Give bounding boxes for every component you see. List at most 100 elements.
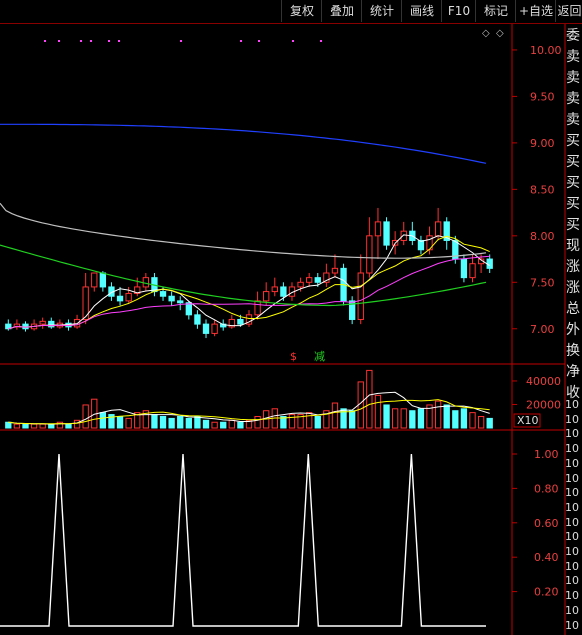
volume-tick-label: 20000 [526,398,561,411]
volume-bar [469,412,476,429]
candle-body [357,272,364,320]
candle-body [185,302,192,316]
overlay-button[interactable]: 叠加 [321,0,362,22]
candle-body [39,320,46,325]
volume-bar [254,415,261,429]
volume-bar [22,423,29,429]
volume-bar [400,408,407,429]
candle-body [263,291,270,302]
candle-body [237,318,244,325]
volume-bar [477,415,485,429]
quote-field-label: 现 [566,238,580,254]
f10-button[interactable]: F10 [441,0,476,22]
indicator-tick-label: 1.00 [534,448,559,461]
ma60-line [0,244,487,307]
volume-bar [13,423,21,429]
mark-button[interactable]: 标记 [475,0,516,22]
volume-bar [228,419,235,429]
volume-bar [409,410,416,429]
axis-labels: 10.00 9.50 9.00 8.50 8.00 7.50 7.00 40000 20000 X… [512,44,562,599]
candle-body [168,295,175,302]
side-value: 10 [565,427,579,441]
price-tick-label: 8.50 [530,183,555,196]
volume-bar [417,408,425,429]
reduce-signal-mark: 减 [314,350,325,363]
volume-bar [151,414,158,429]
volume-panel [5,369,493,429]
signal-dot [240,40,242,42]
candle-body [331,267,339,274]
price-tick-label: 7.50 [530,276,555,289]
signal-dot [320,40,322,42]
candle-body [125,292,132,302]
volume-bar [366,369,373,429]
candle-body [159,291,167,297]
volume-bar [185,417,192,429]
candle-body [434,221,442,237]
candle-body [400,230,407,241]
side-value: 10 [565,603,579,617]
price-tick-label: 9.00 [530,137,555,150]
signal-dot [292,40,294,42]
add-watchlist-button[interactable]: +自选 [515,0,556,22]
signal-dot [118,40,120,42]
candle-body [194,314,201,325]
quote-field-label: 净 [566,364,580,380]
signal-dot [180,40,182,42]
volume-bar [434,400,442,429]
volume-bar [194,415,201,429]
side-value: 10 [565,574,579,588]
indicator-line [0,453,486,627]
side-value: 10 [565,442,579,456]
quote-field-label: 买 [566,217,580,233]
quote-field-label: 买 [566,133,580,149]
volume-bar [39,423,46,429]
indicator-tick-label: 0.20 [534,586,559,599]
candle-body [486,258,493,269]
drawing-button[interactable]: 画线 [401,0,442,22]
kline-chart[interactable]: ◇ ◇ $ 减 10.00 9.50 9.00 8.50 8.00 7.50 7.00 40000 2… [0,24,582,635]
volume-bar [116,415,124,429]
volume-bar [5,421,12,429]
side-value: 10 [565,545,579,558]
adjust-rights-button[interactable]: 复权 [281,0,322,22]
candle-body [297,281,304,288]
candle-body [271,286,278,293]
volume-bar [452,410,459,429]
side-value: 10 [565,500,579,514]
volume-bar [443,404,450,429]
quote-field-label: 涨 [566,280,580,296]
side-value: 10 [565,618,579,632]
quote-field-label: 卖 [566,91,580,107]
quote-field-label: 总 [566,301,580,317]
candle-body [460,258,468,279]
side-value: 10 [565,530,579,544]
candle-body [177,300,184,304]
quote-field-label: 买 [566,175,580,191]
volume-bar [306,412,313,429]
volume-bar [99,412,107,429]
price-tick-label: 7.00 [530,323,555,336]
candle-body [280,286,287,297]
candle-body [254,300,261,316]
candle-body [116,295,124,302]
volume-bar [73,419,81,429]
back-button[interactable]: 返回 [555,0,582,22]
indicator-tick-label: 0.80 [534,482,559,495]
volume-bar [486,417,493,429]
side-value: 10 [565,398,579,411]
quote-field-label: 买 [566,196,580,212]
indicator-tick-label: 0.40 [534,551,559,564]
candle-body [469,263,476,279]
price-tick-label: 9.50 [530,90,555,103]
quote-field-label: 卖 [566,49,580,65]
volume-bar [348,410,356,429]
quote-field-label: 买 [566,154,580,170]
side-value: 10 [565,486,579,500]
volume-bar [383,404,390,429]
volume-bar [65,423,72,429]
statistics-button[interactable]: 统计 [361,0,402,22]
candle-body [374,221,382,237]
volume-bar [48,423,55,429]
quote-field-label: 卖 [566,112,580,128]
